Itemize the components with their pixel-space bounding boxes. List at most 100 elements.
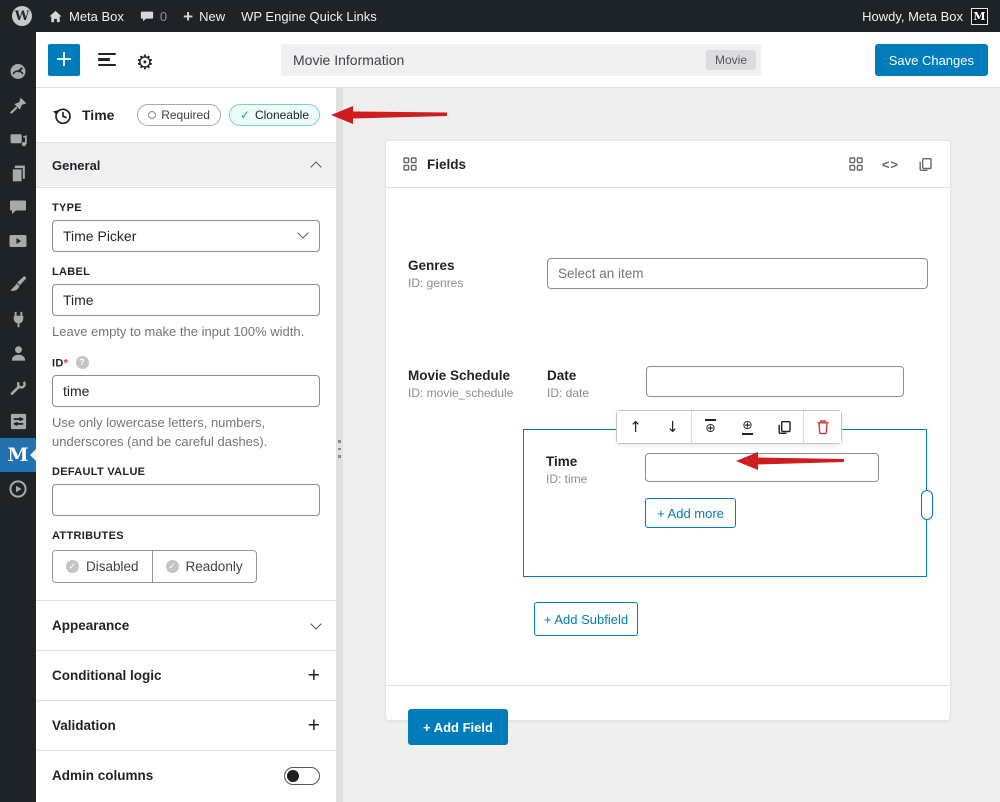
add-block-button[interactable]: +: [48, 44, 80, 76]
general-form: TYPE Time Picker LABEL Leave empty to ma…: [36, 188, 336, 600]
title-field-wrap: Movie: [281, 44, 761, 76]
chevron-up-icon: [310, 161, 321, 172]
attributes-group: ✓ Disabled ✓ Readonly: [52, 550, 257, 583]
sidebar-item-pages[interactable]: [0, 156, 36, 190]
add-subfield-button[interactable]: + Add Subfield: [534, 602, 638, 636]
sidebar-item-comments[interactable]: [0, 190, 36, 224]
sidebar-item-settings[interactable]: [0, 404, 36, 438]
fields-panel-title: Fields: [427, 157, 466, 172]
subfield-toolbar: ↑ ↓ ⊕ ⊕: [616, 410, 842, 444]
sidebar-item-posts[interactable]: [0, 88, 36, 122]
plus-icon: +: [183, 8, 193, 25]
required-asterisk: *: [64, 357, 69, 369]
move-up-button[interactable]: ↑: [617, 411, 654, 443]
section-conditional-logic[interactable]: Conditional logic +: [36, 650, 336, 700]
sidebar-item-movies[interactable]: [0, 224, 36, 258]
section-appearance[interactable]: Appearance: [36, 600, 336, 650]
sidebar-item-collapse[interactable]: [0, 472, 36, 506]
time-input[interactable]: [645, 453, 879, 482]
default-value-label: DEFAULT VALUE: [52, 466, 320, 478]
new-content-link[interactable]: + New: [183, 8, 225, 25]
video-icon: [8, 231, 28, 251]
date-input[interactable]: [646, 366, 904, 397]
check-circle-icon: ✓: [166, 560, 179, 573]
default-value-input[interactable]: [52, 484, 320, 516]
sidebar-item-dashboard[interactable]: [0, 54, 36, 88]
section-validation[interactable]: Validation +: [36, 700, 336, 750]
admin-columns-toggle[interactable]: [284, 767, 320, 785]
metabox-icon: M: [7, 444, 28, 466]
chevron-down-icon: [310, 618, 321, 629]
add-field-button[interactable]: + Add Field: [408, 709, 508, 745]
genres-select-input[interactable]: Select an item: [547, 258, 928, 289]
panel-resize-handle[interactable]: [336, 88, 343, 802]
wordpress-menu[interactable]: W: [12, 6, 32, 26]
sidebar-item-tools[interactable]: [0, 370, 36, 404]
sidebar-item-media[interactable]: [0, 122, 36, 156]
site-name-link[interactable]: Meta Box: [48, 9, 124, 24]
grid-view-button[interactable]: [849, 157, 863, 171]
help-icon[interactable]: ?: [76, 356, 89, 369]
delete-button[interactable]: [804, 411, 841, 443]
insert-after-button[interactable]: ⊕: [729, 411, 766, 443]
builder-canvas: Fields <>: [343, 88, 1000, 802]
time-subfield-label[interactable]: Time ID: time: [546, 454, 587, 486]
gear-icon[interactable]: ⚙: [136, 50, 154, 74]
duplicate-button[interactable]: [766, 411, 803, 443]
grid-icon: [403, 157, 417, 171]
plugin-icon: [9, 310, 28, 329]
sidebar-item-appearance[interactable]: [0, 268, 36, 302]
id-input[interactable]: [52, 375, 320, 407]
copy-button[interactable]: [918, 157, 933, 172]
admin-sidebar: M: [0, 32, 36, 802]
disabled-toggle-button[interactable]: ✓ Disabled: [53, 551, 152, 582]
label-input[interactable]: [52, 284, 320, 316]
post-type-badge: Movie: [706, 50, 756, 70]
circle-icon: [148, 111, 156, 119]
list-view-icon[interactable]: [98, 53, 120, 67]
type-select[interactable]: Time Picker: [52, 220, 320, 252]
fields-panel: Fields <>: [385, 140, 951, 721]
cloneable-badge[interactable]: ✓ Cloneable: [229, 104, 320, 126]
date-subfield-label[interactable]: Date ID: date: [547, 368, 589, 400]
movie-schedule-field-label[interactable]: Movie Schedule ID: movie_schedule: [408, 368, 513, 400]
account-menu[interactable]: Howdy, Meta Box M: [862, 8, 988, 25]
save-changes-button[interactable]: Save Changes: [875, 44, 988, 76]
label-label: LABEL: [52, 266, 320, 278]
move-down-button[interactable]: ↓: [654, 411, 691, 443]
field-settings-panel: Time Required ✓ Cloneable General TYPE T…: [36, 88, 336, 802]
wrench-icon: [9, 378, 28, 397]
attributes-label: ATTRIBUTES: [52, 530, 320, 542]
dashboard-icon: [8, 61, 28, 81]
howdy-text: Howdy, Meta Box: [862, 9, 963, 24]
users-icon: [9, 344, 28, 363]
required-badge[interactable]: Required: [137, 104, 221, 126]
pages-icon: [9, 164, 28, 183]
add-more-button[interactable]: + Add more: [645, 498, 736, 528]
trash-icon: [816, 419, 830, 435]
fields-list: Genres ID: genres Select an item Movie S…: [386, 188, 950, 721]
sidebar-item-users[interactable]: [0, 336, 36, 370]
check-icon: ✓: [240, 108, 250, 122]
sidebar-item-meta-box[interactable]: M: [0, 438, 36, 472]
time-subfield-selected[interactable]: Time ID: time + Add more: [523, 429, 927, 577]
wp-engine-quick-links[interactable]: WP Engine Quick Links: [241, 9, 377, 24]
sidebar-item-plugins[interactable]: [0, 302, 36, 336]
code-view-button[interactable]: <>: [882, 157, 899, 172]
resize-handle[interactable]: [921, 490, 933, 520]
plus-icon: +: [308, 715, 320, 736]
id-help-text: Use only lowercase letters, numbers, und…: [52, 414, 322, 452]
meta-box-title-input[interactable]: [293, 52, 706, 68]
copy-icon: [918, 157, 933, 172]
brush-icon: [9, 276, 28, 295]
readonly-toggle-button[interactable]: ✓ Readonly: [152, 551, 256, 582]
check-circle-icon: ✓: [66, 560, 79, 573]
insert-before-button[interactable]: ⊕: [692, 411, 729, 443]
comment-bubble-icon: [140, 9, 154, 23]
genres-field-label[interactable]: Genres ID: genres: [408, 258, 463, 290]
builder-toolbar: + ⚙ Movie Save Changes: [36, 32, 1000, 88]
media-icon: [9, 130, 28, 149]
section-general[interactable]: General: [36, 143, 336, 188]
section-admin-columns[interactable]: Admin columns: [36, 750, 336, 800]
comments-link[interactable]: 0: [140, 9, 167, 24]
